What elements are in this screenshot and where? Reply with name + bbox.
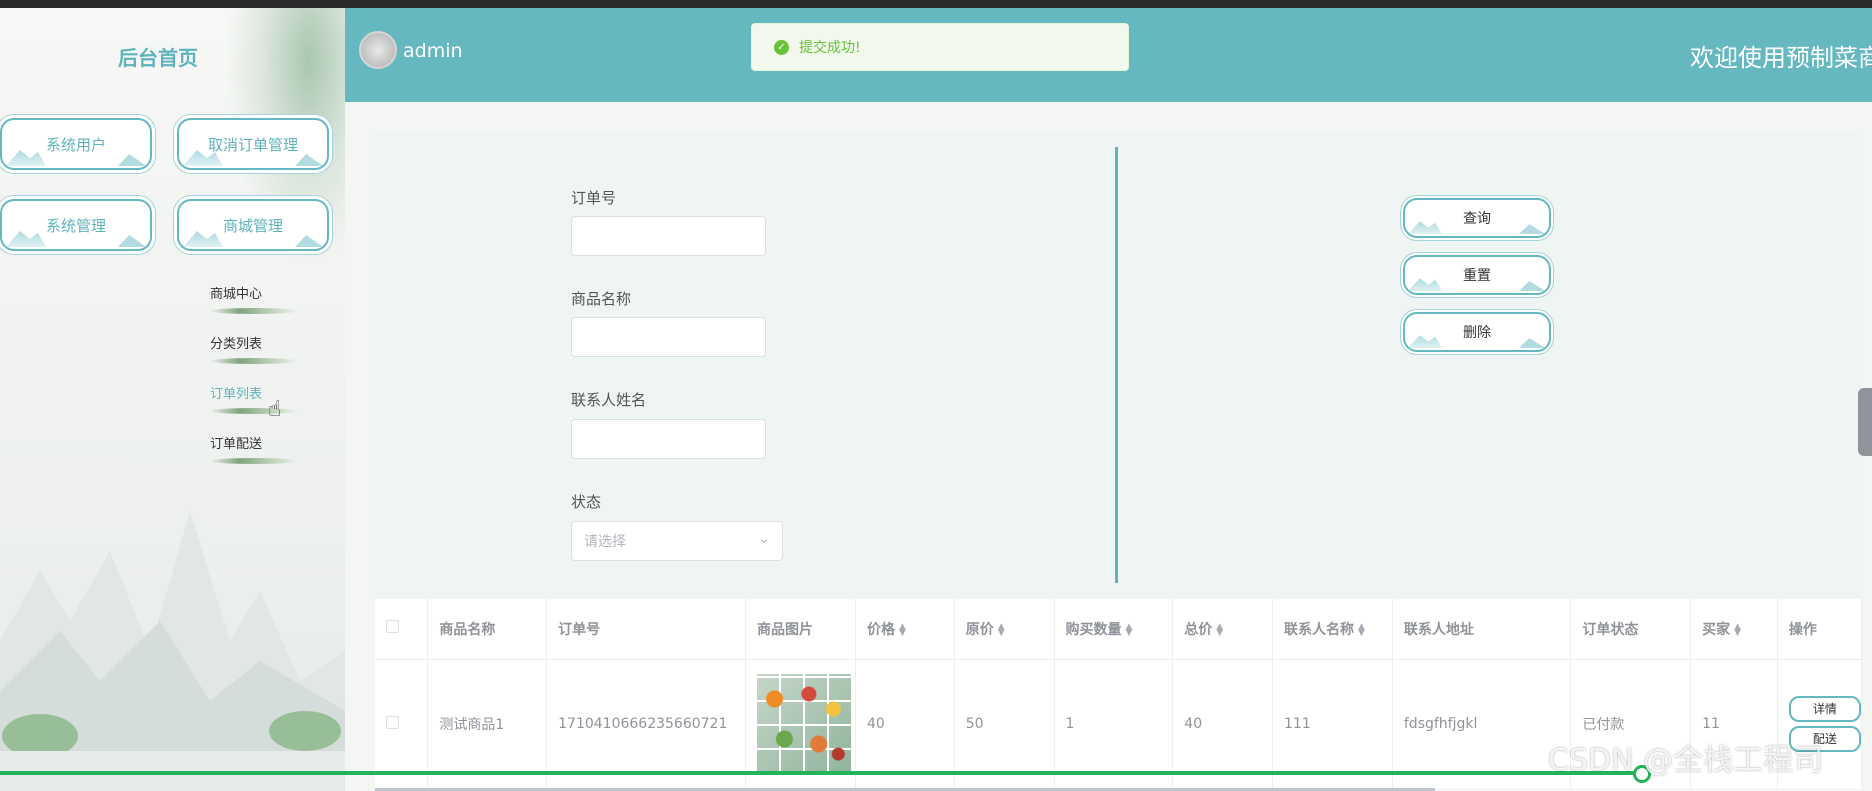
table-header-row: 商品名称 订单号 商品图片 价格 ▲ ▼ 原价 ▲ ▼ 购买数量 ▲ ▼ 总价 ▲ ▼ 联系人名… — [375, 599, 1862, 660]
success-toast: ✓ 提交成功! — [751, 23, 1129, 71]
sidebar-item-label: 订单配送 — [210, 437, 263, 452]
column-header: 联系人地址 — [1392, 599, 1572, 660]
column-header: 商品名称 — [427, 599, 548, 660]
vertical-divider — [1115, 147, 1118, 583]
column-header: 商品图片 — [745, 599, 857, 660]
check-circle-icon: ✓ — [774, 39, 789, 55]
cell-price: 40 — [855, 659, 955, 790]
sort-caret-icon[interactable]: ▲ ▼ — [1126, 622, 1133, 637]
row-select-cell[interactable] — [375, 659, 429, 790]
cell-contact-address: fdsgfhfjgkl — [1392, 659, 1572, 790]
username[interactable]: admin — [403, 40, 463, 62]
mountain-icon — [1519, 281, 1545, 291]
contact-name-input[interactable] — [571, 419, 766, 459]
column-header-sortable[interactable]: 总价 ▲ ▼ — [1172, 599, 1274, 660]
brush-underline-decoration — [210, 458, 298, 464]
cell-original-price: 50 — [954, 659, 1055, 790]
cell-contact-name: 111 — [1272, 659, 1393, 790]
chevron-down-icon: ⌄ — [758, 531, 770, 547]
status-label: 状态 — [571, 493, 602, 511]
mountain-icon — [295, 235, 323, 247]
cell-product-image — [745, 659, 857, 790]
mountain-landscape-decoration — [0, 511, 345, 751]
sidebar-item-category-list[interactable]: 分类列表 — [210, 333, 300, 364]
sidebar-item-label: 分类列表 — [210, 337, 263, 352]
cell-quantity: 1 — [1054, 659, 1174, 790]
sidebar-item-mall-center[interactable]: 商城中心 — [210, 283, 300, 314]
column-header: 操作 — [1777, 599, 1862, 660]
sidebar: 后台首页 系统用户 取消订单管理 系统管理 商城管理 商城中心 分类列表 订单列… — [0, 8, 345, 791]
query-button-label: 查询 — [1463, 211, 1491, 227]
column-header: 订单状态 — [1570, 599, 1692, 660]
select-all-cell[interactable] — [375, 599, 429, 660]
mountain-icon — [183, 231, 223, 247]
sidebar-item-order-list[interactable]: 订单列表 — [210, 383, 300, 414]
brush-underline-decoration — [210, 308, 298, 314]
product-name-label: 商品名称 — [571, 290, 632, 308]
video-progress-bar[interactable] — [0, 771, 1642, 775]
column-header-sortable[interactable]: 联系人名称 ▲ ▼ — [1272, 599, 1393, 660]
status-select[interactable]: 请选择 ⌄ — [571, 521, 783, 561]
avatar[interactable] — [359, 31, 397, 69]
sort-caret-icon[interactable]: ▲ ▼ — [998, 622, 1005, 637]
sort-caret-icon[interactable]: ▲ ▼ — [1358, 622, 1365, 637]
cell-total: 40 — [1172, 659, 1274, 790]
window-top-edge — [0, 0, 1872, 8]
mountain-icon — [1408, 221, 1442, 234]
nav-button-mall-management[interactable]: 商城管理 — [177, 199, 329, 251]
sort-caret-icon[interactable]: ▲ ▼ — [899, 622, 906, 637]
mountain-icon — [118, 235, 146, 247]
sort-caret-icon[interactable]: ▲ ▼ — [1734, 622, 1741, 637]
mountain-icon — [295, 154, 323, 166]
order-no-input[interactable] — [571, 216, 766, 256]
query-button[interactable]: 查询 — [1403, 198, 1551, 238]
welcome-text: 欢迎使用预制菜商 — [1690, 44, 1872, 72]
search-panel: 订单号 商品名称 联系人姓名 状态 请选择 ⌄ 查询 重置 删除 — [375, 131, 1862, 598]
hand-pointer-cursor-icon: ☝ — [268, 397, 282, 422]
column-header-sortable[interactable]: 原价 ▲ ▼ — [954, 599, 1055, 660]
detail-button[interactable]: 详情 — [1788, 696, 1861, 722]
cell-product-name: 测试商品1 — [427, 659, 548, 790]
nav-button-label: 系统用户 — [45, 135, 106, 154]
sidebar-item-label: 商城中心 — [210, 287, 263, 302]
mountain-icon — [1519, 224, 1545, 234]
sort-caret-icon[interactable]: ▲ ▼ — [1216, 622, 1223, 637]
brush-underline-decoration — [210, 408, 298, 414]
column-header-sortable[interactable]: 买家 ▲ ▼ — [1690, 599, 1778, 660]
status-select-placeholder: 请选择 — [584, 534, 626, 550]
product-image — [755, 674, 854, 774]
row-checkbox[interactable] — [386, 715, 399, 729]
column-header-sortable[interactable]: 价格 ▲ ▼ — [855, 599, 955, 660]
mountain-icon — [1519, 338, 1545, 348]
contact-name-label: 联系人姓名 — [571, 391, 647, 409]
nav-button-system-management[interactable]: 系统管理 — [0, 199, 152, 251]
mountain-icon — [118, 154, 146, 166]
nav-button-cancel-orders[interactable]: 取消订单管理 — [177, 118, 329, 170]
watermark: CSDN @全栈工程司 — [1548, 743, 1824, 778]
column-header: 订单号 — [546, 599, 747, 660]
sidebar-item-label: 订单列表 — [210, 387, 263, 402]
product-name-input[interactable] — [571, 317, 766, 357]
brush-underline-decoration — [210, 358, 298, 364]
select-all-checkbox[interactable] — [386, 620, 399, 634]
order-no-label: 订单号 — [571, 189, 617, 207]
nav-button-system-users[interactable]: 系统用户 — [0, 118, 152, 170]
delete-button-label: 删除 — [1463, 325, 1491, 341]
mountain-icon — [6, 231, 46, 247]
side-drawer-tab[interactable] — [1858, 388, 1872, 456]
mountain-icon — [1408, 335, 1442, 348]
sidebar-title[interactable]: 后台首页 — [118, 42, 198, 71]
reset-button-label: 重置 — [1463, 268, 1491, 284]
column-header-sortable[interactable]: 购买数量 ▲ ▼ — [1054, 599, 1174, 660]
cell-order-no: 1710410666235660721 — [546, 659, 747, 790]
delete-button[interactable]: 删除 — [1403, 312, 1551, 352]
nav-button-label: 取消订单管理 — [207, 135, 298, 154]
toast-message: 提交成功! — [799, 40, 861, 56]
nav-button-label: 系统管理 — [45, 216, 106, 235]
nav-button-label: 商城管理 — [222, 216, 283, 235]
reset-button[interactable]: 重置 — [1403, 255, 1551, 295]
mountain-icon — [1408, 278, 1442, 291]
sidebar-item-order-delivery[interactable]: 订单配送 — [210, 433, 300, 464]
mountain-icon — [6, 150, 46, 166]
